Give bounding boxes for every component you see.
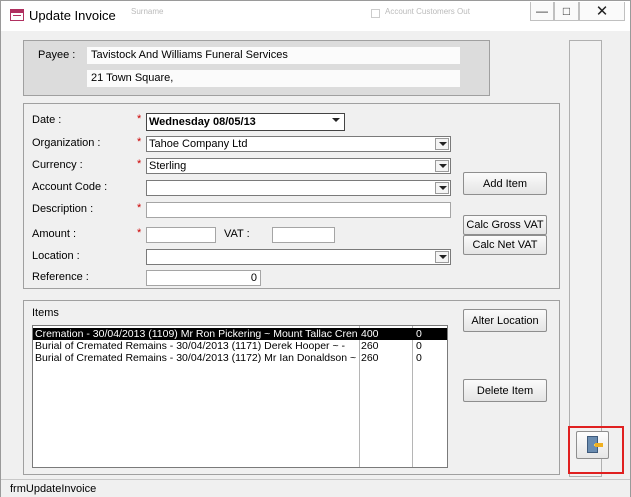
organization-dropdown[interactable]: Tahoe Company Ltd: [146, 136, 451, 152]
amount-label: Amount :: [32, 228, 77, 240]
form-body: Payee : Tavistock And Williams Funeral S…: [10, 31, 622, 479]
background-checkbox: [371, 9, 380, 18]
description-field[interactable]: [146, 202, 451, 218]
item-amount: 260: [361, 340, 379, 352]
required-marker: *: [137, 158, 142, 170]
calc-gross-vat-button[interactable]: Calc Gross VAT: [463, 215, 547, 235]
side-strip: [569, 40, 602, 477]
required-marker: *: [137, 136, 142, 148]
item-description: Burial of Cremated Remains - 30/04/2013 …: [35, 352, 357, 364]
location-label: Location :: [32, 250, 80, 262]
access-form-icon: [10, 9, 24, 21]
maximize-icon: □: [562, 4, 571, 18]
minimize-icon: —: [536, 4, 548, 18]
form-name: frmUpdateInvoice: [10, 483, 97, 495]
maximize-button[interactable]: □: [554, 2, 579, 21]
item-description: Burial of Cremated Remains - 30/04/2013 …: [35, 340, 346, 352]
chevron-down-icon[interactable]: [329, 115, 343, 129]
close-button[interactable]: ✕: [579, 2, 625, 21]
required-marker: *: [137, 113, 142, 125]
payee-name-field[interactable]: Tavistock And Williams Funeral Services: [87, 47, 460, 64]
organization-label: Organization :: [32, 137, 101, 149]
account-code-label: Account Code :: [32, 181, 108, 193]
location-dropdown[interactable]: [146, 249, 451, 265]
window-title: Update Invoice: [29, 8, 116, 23]
exit-button[interactable]: [576, 431, 609, 459]
item-amount: 400: [361, 328, 379, 340]
amount-field[interactable]: [146, 227, 216, 243]
description-label: Description :: [32, 203, 94, 215]
required-marker: *: [137, 227, 142, 239]
account-code-dropdown[interactable]: [146, 180, 451, 196]
item-vat: 0: [416, 328, 422, 340]
invoice-details-panel: Date : * Wednesday 08/05/13 Organization…: [23, 103, 560, 289]
payee-label: Payee :: [38, 49, 76, 61]
date-dropdown[interactable]: Wednesday 08/05/13: [146, 113, 345, 131]
payee-panel: Payee : Tavistock And Williams Funeral S…: [23, 40, 490, 96]
calc-net-vat-button[interactable]: Calc Net VAT: [463, 235, 547, 255]
date-label: Date :: [32, 114, 62, 126]
item-amount: 260: [361, 352, 379, 364]
item-vat: 0: [416, 352, 422, 364]
vat-field[interactable]: [272, 227, 335, 243]
update-invoice-window: Update Invoice Account Customers Out Sur…: [0, 0, 631, 497]
chevron-down-icon[interactable]: [435, 160, 449, 172]
items-panel: Items Cremation - 30/04/2013 (1109) Mr R…: [23, 300, 560, 475]
title-bar: Update Invoice Account Customers Out Sur…: [1, 1, 630, 31]
minimize-button[interactable]: —: [530, 2, 554, 21]
list-item[interactable]: Burial of Cremated Remains - 30/04/2013 …: [33, 352, 447, 364]
reference-label: Reference :: [32, 271, 89, 283]
payee-address-field[interactable]: 21 Town Square,: [87, 70, 460, 87]
item-description: Cremation - 30/04/2013 (1109) Mr Ron Pic…: [35, 328, 357, 340]
chevron-down-icon[interactable]: [435, 251, 449, 263]
add-item-button[interactable]: Add Item: [463, 172, 547, 195]
alter-location-button[interactable]: Alter Location: [463, 309, 547, 332]
required-marker: *: [137, 202, 142, 214]
items-label: Items: [32, 307, 59, 319]
list-item[interactable]: Burial of Cremated Remains - 30/04/2013 …: [33, 340, 447, 352]
background-label: Account Customers Out: [385, 7, 470, 16]
organization-value: Tahoe Company Ltd: [149, 138, 248, 150]
chevron-down-icon[interactable]: [435, 182, 449, 194]
reference-field[interactable]: 0: [146, 270, 261, 286]
item-vat: 0: [416, 340, 422, 352]
date-value: Wednesday 08/05/13: [149, 116, 256, 128]
currency-value: Sterling: [149, 160, 187, 172]
exit-arrow-icon: [595, 443, 603, 447]
currency-label: Currency :: [32, 159, 83, 171]
chevron-down-icon[interactable]: [435, 138, 449, 150]
close-icon: ✕: [595, 3, 609, 20]
vat-label: VAT :: [224, 228, 250, 240]
delete-item-button[interactable]: Delete Item: [463, 379, 547, 402]
background-label: Surname: [131, 7, 164, 16]
list-item[interactable]: Cremation - 30/04/2013 (1109) Mr Ron Pic…: [33, 328, 447, 340]
items-listbox[interactable]: Cremation - 30/04/2013 (1109) Mr Ron Pic…: [32, 325, 448, 468]
currency-dropdown[interactable]: Sterling: [146, 158, 451, 174]
status-bar: frmUpdateInvoice: [1, 479, 630, 497]
